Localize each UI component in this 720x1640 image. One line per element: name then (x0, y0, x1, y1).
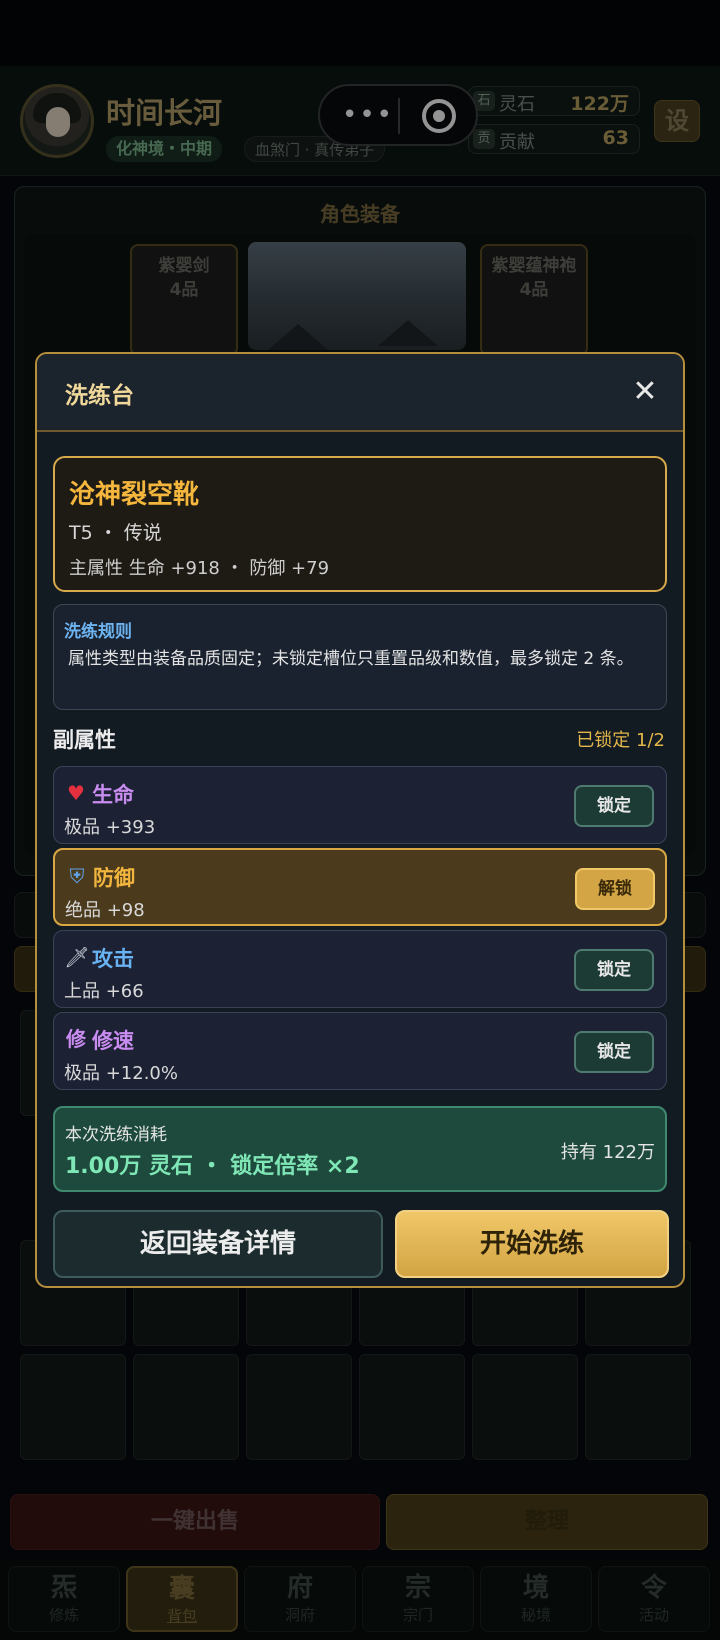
refine-modal: 洗练台 ✕ 沧神裂空靴 T5 ・ 传说 主属性 生命 +918 ・ 防御 +79… (35, 352, 685, 1288)
sub-attributes-title: 副属性 (53, 728, 116, 752)
cost-held: 持有 122万 (560, 1142, 655, 1163)
dagger-icon: 🗡 (64, 945, 90, 969)
attr-value: 上品 +66 (64, 981, 144, 1002)
back-to-equipment-button[interactable]: 返回装备详情 (53, 1210, 383, 1278)
attr-row-cultivation-speed: 修 修速 极品 +12.0% 锁定 (53, 1012, 667, 1090)
xiu-icon: 修 (66, 1027, 86, 1051)
attr-row-defense: ⛨ 防御 绝品 +98 解锁 (53, 848, 667, 926)
attr-name: 防御 (93, 866, 135, 890)
lock-button[interactable]: 锁定 (574, 949, 654, 991)
modal-header: 洗练台 ✕ (37, 354, 683, 432)
rules-card: 洗练规则 属性类型由装备品质固定；未锁定槽位只重置品级和数值，最多锁定 2 条。 (53, 604, 667, 710)
shield-icon: ⛨ (69, 864, 85, 888)
attr-name: 攻击 (92, 947, 134, 971)
cost-label: 本次洗练消耗 (65, 1125, 167, 1145)
attr-row-attack: 🗡 攻击 上品 +66 锁定 (53, 930, 667, 1008)
lock-count: 已锁定 1/2 (576, 730, 665, 751)
lock-button[interactable]: 锁定 (574, 785, 654, 827)
attr-value: 极品 +12.0% (64, 1063, 178, 1084)
cost-value: 1.00万 灵石 ・ 锁定倍率 ×2 (65, 1154, 360, 1179)
attr-value: 绝品 +98 (65, 900, 145, 921)
attr-name: 生命 (92, 783, 134, 807)
rules-title: 洗练规则 (64, 622, 132, 642)
attr-value: 极品 +393 (64, 817, 156, 838)
start-refine-button[interactable]: 开始洗练 (395, 1210, 669, 1278)
rules-text: 属性类型由装备品质固定；未锁定槽位只重置品级和数值，最多锁定 2 条。 (68, 649, 634, 669)
attr-row-hp: ♥ 生命 极品 +393 锁定 (53, 766, 667, 844)
item-main-attributes: 主属性 生命 +918 ・ 防御 +79 (69, 558, 330, 579)
item-tier: T5 ・ 传说 (69, 522, 162, 544)
attr-name: 修速 (92, 1029, 134, 1053)
modal-title: 洗练台 (65, 383, 134, 409)
item-name: 沧神裂空靴 (69, 480, 200, 510)
unlock-button[interactable]: 解锁 (575, 868, 655, 910)
heart-icon: ♥ (67, 781, 85, 805)
lock-button[interactable]: 锁定 (574, 1031, 654, 1073)
cost-card: 本次洗练消耗 1.00万 灵石 ・ 锁定倍率 ×2 持有 122万 (53, 1106, 667, 1192)
item-card: 沧神裂空靴 T5 ・ 传说 主属性 生命 +918 ・ 防御 +79 (53, 456, 667, 592)
close-icon[interactable]: ✕ (623, 370, 667, 414)
